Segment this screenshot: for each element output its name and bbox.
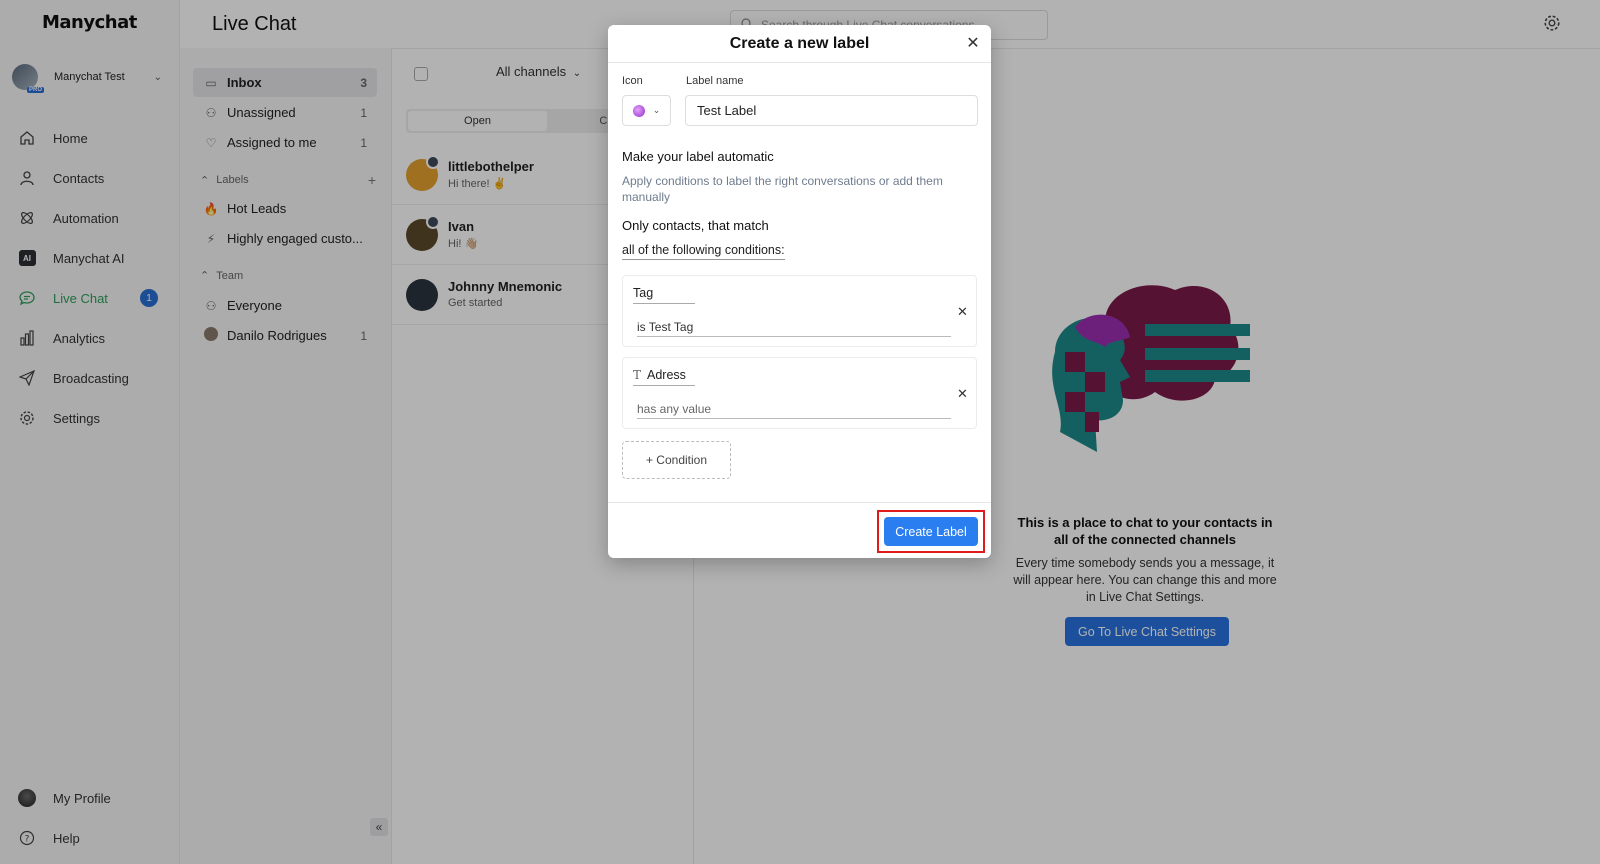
condition-field-select[interactable]: T Adress (633, 368, 695, 386)
modal-title: Create a new label (729, 35, 870, 52)
icon-field-label: Icon (622, 75, 643, 87)
add-condition-button[interactable]: + Condition (622, 441, 731, 479)
automatic-section-description: Apply conditions to label the right conv… (622, 174, 943, 204)
condition-field-select[interactable]: Tag (633, 286, 695, 304)
condition-value-select[interactable]: is Test Tag (637, 320, 951, 337)
text-type-icon: T (633, 368, 642, 382)
create-label-modal: Create a new label ✕ Icon Label name ⌄ M… (608, 25, 991, 558)
modal-header: Create a new label ✕ (608, 25, 991, 63)
chevron-down-icon: ⌄ (652, 105, 661, 115)
match-mode-select[interactable]: all of the following conditions: (622, 243, 785, 260)
condition-row: T Adress has any value ✕ (622, 357, 977, 429)
automatic-section-title: Make your label automatic (622, 149, 774, 164)
label-color-icon (632, 104, 645, 117)
remove-condition-icon[interactable]: ✕ (957, 386, 968, 402)
icon-picker[interactable]: ⌄ (622, 95, 671, 126)
condition-field: Adress (647, 368, 686, 382)
close-icon[interactable]: ✕ (964, 34, 982, 52)
label-name-input[interactable] (685, 95, 978, 126)
create-label-button[interactable]: Create Label (884, 517, 978, 546)
condition-value-select[interactable]: has any value (637, 402, 951, 419)
app-root: Manychat PRO Manychat Test ⌄ Home Contac… (0, 0, 1600, 864)
condition-field: Tag (633, 286, 654, 300)
match-section-title: Only contacts, that match (622, 218, 769, 233)
label-name-field-label: Label name (686, 75, 744, 87)
remove-condition-icon[interactable]: ✕ (957, 304, 968, 320)
condition-row: Tag is Test Tag ✕ (622, 275, 977, 347)
